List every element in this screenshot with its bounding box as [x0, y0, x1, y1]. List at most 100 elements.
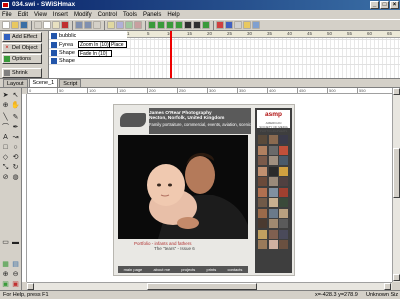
thumbnail[interactable]	[258, 240, 267, 249]
line-icon[interactable]: ╲	[1, 113, 10, 122]
preview-browser-icon[interactable]	[234, 21, 242, 29]
thumbnail[interactable]	[258, 187, 267, 197]
sprite-icon[interactable]	[125, 21, 133, 29]
save-icon[interactable]	[20, 21, 28, 29]
horizontal-scrollbar[interactable]	[27, 282, 392, 290]
new-file-icon[interactable]	[2, 21, 10, 29]
play-timeline-icon[interactable]	[157, 21, 165, 29]
thumbnail[interactable]	[279, 156, 288, 165]
subselect-icon[interactable]: ↖	[11, 91, 20, 100]
actual-size-icon[interactable]: ▣	[11, 280, 20, 289]
button-object-icon[interactable]	[134, 21, 142, 29]
thumbnail[interactable]	[258, 208, 267, 218]
thumbnail[interactable]	[258, 135, 267, 144]
thumbnail[interactable]	[268, 229, 278, 239]
thumbnail[interactable]	[279, 177, 288, 186]
minimize-button[interactable]: _	[370, 1, 379, 9]
select-arrow-icon[interactable]: ➤	[1, 91, 10, 100]
timeline-playhead[interactable]	[170, 31, 172, 78]
nav-about-me[interactable]: about me	[153, 267, 170, 272]
menu-control[interactable]: Control	[98, 12, 117, 18]
scroll-up-button[interactable]	[393, 88, 400, 95]
thumbnail[interactable]	[258, 219, 267, 228]
group-icon[interactable]	[116, 21, 124, 29]
rewind-icon[interactable]	[202, 21, 210, 29]
close-button[interactable]: ×	[390, 1, 399, 9]
export-html-icon[interactable]	[225, 21, 233, 29]
export-swf-icon[interactable]	[216, 21, 224, 29]
thumbnail[interactable]	[279, 187, 288, 197]
thumbnail[interactable]	[268, 240, 278, 249]
thumbnail[interactable]	[279, 229, 288, 239]
vertical-scrollbar[interactable]	[392, 88, 400, 282]
transform-icon[interactable]: ⟲	[11, 153, 20, 162]
thumbnail[interactable]	[268, 208, 278, 218]
stroke-color-icon[interactable]: ▭	[1, 238, 10, 247]
thumbnail[interactable]	[268, 145, 278, 155]
menu-help[interactable]: Help	[167, 12, 179, 18]
timeline-row[interactable]: bubblicon	[49, 32, 400, 40]
timeline-row[interactable]: Shape	[49, 57, 400, 65]
autoshape-icon[interactable]: ◇	[1, 153, 10, 162]
fill-icon[interactable]: ◍	[11, 173, 20, 182]
nav-contacts[interactable]: contacts	[227, 267, 242, 272]
pause-icon[interactable]	[193, 21, 201, 29]
thumbnail[interactable]	[279, 145, 288, 155]
thumbnail[interactable]	[279, 198, 288, 207]
settings-icon[interactable]	[243, 21, 251, 29]
thumbnail[interactable]	[258, 145, 267, 155]
stop-icon[interactable]	[184, 21, 192, 29]
help-icon[interactable]	[252, 21, 260, 29]
zoom-out-icon[interactable]: ⊖	[11, 270, 20, 279]
cut-icon[interactable]	[34, 21, 42, 29]
fill-color-icon[interactable]: ▬	[11, 238, 20, 247]
hand-icon[interactable]: ✋	[11, 101, 20, 110]
open-folder-icon[interactable]	[11, 21, 19, 29]
play-effect-icon[interactable]	[166, 21, 174, 29]
shrink-button[interactable]: Shrink	[2, 68, 42, 78]
find-icon[interactable]	[93, 21, 101, 29]
scroll-left-button[interactable]	[27, 283, 34, 290]
scroll-down-button[interactable]	[393, 274, 400, 281]
motion-path-icon[interactable]: ↝	[11, 133, 20, 142]
thumbnail[interactable]	[279, 208, 288, 218]
menu-insert[interactable]: Insert	[53, 12, 68, 18]
thumbnail[interactable]	[258, 166, 267, 176]
copy-icon[interactable]	[43, 21, 51, 29]
thumbnail[interactable]	[279, 166, 288, 176]
pen-icon[interactable]: ✒	[11, 123, 20, 132]
thumbnail[interactable]	[268, 198, 278, 207]
rectangle-icon[interactable]: □	[1, 143, 10, 152]
menu-modify[interactable]: Modify	[74, 12, 92, 18]
thumbnail[interactable]	[268, 166, 278, 176]
text-icon[interactable]	[107, 21, 115, 29]
thumbnail[interactable]	[258, 177, 267, 186]
menu-file[interactable]: File	[2, 12, 12, 18]
zoom-in-icon[interactable]: ⊕	[1, 270, 10, 279]
effect-place[interactable]: Place	[109, 41, 127, 48]
thumbnail[interactable]	[279, 240, 288, 249]
redo-icon[interactable]	[84, 21, 92, 29]
nav-main-page[interactable]: main page	[124, 267, 143, 272]
tab-layout[interactable]: Layout	[3, 79, 28, 87]
thumbnail[interactable]	[268, 135, 278, 144]
fit-icon[interactable]: ▣	[1, 280, 10, 289]
text-tool-icon[interactable]: A	[1, 133, 10, 142]
pencil-icon[interactable]: ✎	[11, 113, 20, 122]
thumbnail[interactable]	[279, 135, 288, 144]
thumbnail[interactable]	[268, 187, 278, 197]
nav-prints[interactable]: prints	[206, 267, 216, 272]
step-icon[interactable]	[175, 21, 183, 29]
vertical-scroll-thumb[interactable]	[393, 148, 400, 198]
options-button[interactable]: Options	[2, 54, 42, 64]
paste-icon[interactable]	[52, 21, 60, 29]
scroll-right-button[interactable]	[384, 283, 391, 290]
menu-view[interactable]: View	[34, 12, 47, 18]
thumbnail[interactable]	[258, 198, 267, 207]
add-effect-button[interactable]: Add Effect	[2, 32, 42, 42]
website-movie[interactable]: James O'Rear Photography Necton, Norfolk…	[113, 104, 295, 276]
thumbnail[interactable]	[268, 219, 278, 228]
menu-tools[interactable]: Tools	[123, 12, 137, 18]
tab-scene-1[interactable]: Scene_1	[28, 78, 59, 87]
menu-edit[interactable]: Edit	[18, 12, 28, 18]
